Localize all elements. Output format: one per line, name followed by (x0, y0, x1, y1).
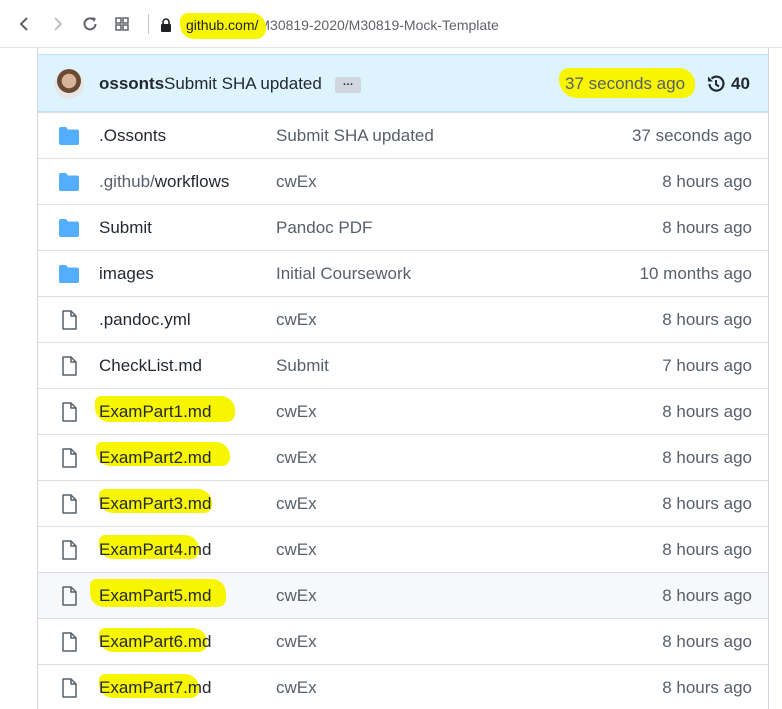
commit-message-link[interactable]: cwEx (276, 310, 317, 330)
folder-row[interactable]: .Ossonts Submit SHA updated 37 seconds ago (38, 112, 768, 158)
apps-grid-icon[interactable] (110, 12, 134, 36)
file-name-link[interactable]: ExamPart5.md (90, 579, 226, 607)
file-name-link[interactable]: ExamPart6.md (99, 628, 212, 652)
reload-icon[interactable] (78, 12, 102, 36)
file-name-text: ExamPart5.md (99, 586, 212, 605)
file-name-link[interactable]: .github/workflows (99, 172, 229, 192)
file-name-text: .Ossonts (99, 126, 167, 145)
lock-icon[interactable] (160, 17, 172, 33)
file-name-text: ExamPart6.md (99, 632, 212, 651)
file-name-text: ExamPart7.md (99, 678, 212, 697)
file-icon (58, 586, 80, 606)
commit-message-link[interactable]: cwEx (276, 540, 317, 560)
expand-commit-button[interactable]: … (335, 77, 361, 93)
file-name-text: ExamPart2.md (99, 448, 212, 467)
file-name-link[interactable]: ExamPart3.md (99, 489, 212, 514)
file-name-link[interactable]: Submit (99, 218, 152, 238)
commit-age: 8 hours ago (662, 402, 752, 421)
folder-icon (58, 264, 80, 284)
commit-author-link[interactable]: ossonts (99, 74, 164, 94)
file-row[interactable]: ExamPart5.md cwEx 8 hours ago (38, 572, 768, 618)
commit-message-link[interactable]: cwEx (276, 586, 317, 606)
commit-message-link[interactable]: cwEx (276, 632, 317, 652)
commit-age: 10 months ago (639, 264, 752, 283)
latest-commit-bar: ossonts Submit SHA updated … 37 seconds … (38, 54, 768, 112)
browser-toolbar: github.com/M30819-2020/M30819-Mock-Templ… (0, 0, 782, 48)
commit-message-link[interactable]: cwEx (276, 678, 317, 698)
file-name-link[interactable]: images (99, 264, 154, 284)
file-icon (58, 356, 80, 376)
file-name-text: workflows (154, 172, 230, 191)
commit-count-link[interactable]: 40 (731, 74, 750, 94)
folder-row[interactable]: Submit Pandoc PDF 8 hours ago (38, 204, 768, 250)
file-name-text: .pandoc.yml (99, 310, 191, 329)
commit-message-link[interactable]: cwEx (276, 402, 317, 422)
commit-age: 37 seconds ago (631, 126, 752, 145)
commit-age: 8 hours ago (662, 540, 752, 559)
commit-age: 8 hours ago (662, 310, 752, 329)
commit-age: 8 hours ago (662, 448, 752, 467)
file-row[interactable]: ExamPart4.md cwEx 8 hours ago (38, 526, 768, 572)
folder-row[interactable]: .github/workflows cwEx 8 hours ago (38, 158, 768, 204)
address-bar[interactable]: github.com/M30819-2020/M30819-Mock-Templ… (160, 13, 760, 39)
commit-age: 7 hours ago (662, 356, 752, 375)
file-row[interactable]: ExamPart3.md cwEx 8 hours ago (38, 480, 768, 526)
commit-message-link[interactable]: Submit (276, 356, 329, 376)
file-icon (58, 494, 80, 514)
commit-age: 8 hours ago (662, 586, 752, 605)
file-name-link[interactable]: ExamPart4.md (99, 535, 212, 560)
file-icon (58, 448, 80, 468)
file-name-text: ExamPart4.md (99, 540, 212, 559)
file-name-text: images (99, 264, 154, 283)
repository-file-browser: ossonts Submit SHA updated … 37 seconds … (37, 48, 769, 709)
file-row[interactable]: ExamPart1.md cwEx 8 hours ago (38, 388, 768, 434)
commit-age: 8 hours ago (662, 678, 752, 697)
avatar[interactable] (54, 69, 84, 99)
commit-message-link[interactable]: cwEx (276, 448, 317, 468)
commit-age: 8 hours ago (662, 218, 752, 237)
file-icon (58, 632, 80, 652)
file-row[interactable]: CheckList.md Submit 7 hours ago (38, 342, 768, 388)
file-name-link[interactable]: CheckList.md (99, 356, 202, 376)
commit-age: 8 hours ago (662, 494, 752, 513)
commit-message-link[interactable]: Pandoc PDF (276, 218, 372, 238)
file-list: .Ossonts Submit SHA updated 37 seconds ago… (38, 112, 768, 709)
file-icon (58, 402, 80, 422)
commit-time[interactable]: 37 seconds ago (559, 68, 695, 98)
folder-row[interactable]: images Initial Coursework 10 months ago (38, 250, 768, 296)
file-name-link[interactable]: ExamPart2.md (96, 442, 230, 468)
toolbar-divider (148, 14, 149, 34)
commit-message-link[interactable]: cwEx (276, 172, 317, 192)
commit-message-link[interactable]: cwEx (276, 494, 317, 514)
file-row[interactable]: ExamPart7.md cwEx 8 hours ago (38, 664, 768, 709)
file-name-link[interactable]: .Ossonts (99, 126, 166, 146)
file-name-link[interactable]: ExamPart7.md (99, 674, 212, 698)
file-name-text: ExamPart3.md (99, 494, 212, 513)
file-row[interactable]: ExamPart2.md cwEx 8 hours ago (38, 434, 768, 480)
commit-age: 8 hours ago (662, 632, 752, 651)
back-arrow-icon[interactable] (12, 12, 36, 36)
commit-age: 8 hours ago (662, 172, 752, 191)
folder-icon (58, 126, 80, 146)
folder-icon (58, 172, 80, 192)
history-icon[interactable] (705, 73, 727, 100)
folder-icon (58, 218, 80, 238)
file-row[interactable]: .pandoc.yml cwEx 8 hours ago (38, 296, 768, 342)
file-name-link[interactable]: ExamPart1.md (95, 396, 235, 422)
file-name-text: Submit (99, 218, 152, 237)
file-name-text: CheckList.md (99, 356, 202, 375)
commit-message-link[interactable]: Submit SHA updated (276, 126, 434, 146)
forward-arrow-icon[interactable] (46, 12, 70, 36)
file-name-prefix: .github/ (99, 172, 155, 191)
file-icon (58, 540, 80, 560)
file-name-link[interactable]: .pandoc.yml (99, 310, 191, 330)
commit-message-link[interactable]: Submit SHA updated (164, 74, 322, 94)
commit-message-link[interactable]: Initial Coursework (276, 264, 411, 284)
file-icon (58, 678, 80, 698)
file-name-text: ExamPart1.md (99, 402, 212, 421)
url-path: M30819-2020/M30819-Mock-Template (258, 17, 499, 33)
file-icon (58, 310, 80, 330)
url-host: github.com/ (180, 13, 266, 39)
file-row[interactable]: ExamPart6.md cwEx 8 hours ago (38, 618, 768, 664)
